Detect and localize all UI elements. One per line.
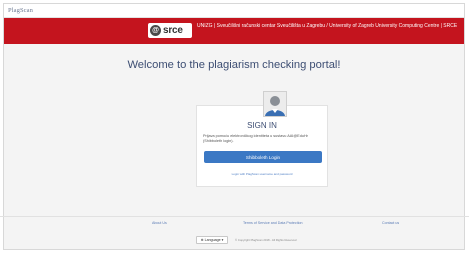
language-dropdown[interactable]: ⊕ Language ▾ [196, 236, 228, 244]
signin-title: SIGN IN [247, 121, 277, 130]
footer-divider [0, 216, 469, 217]
username-login-link[interactable]: Login with PlagScan username and passwor… [197, 172, 327, 176]
plagscan-logo[interactable]: PlagScan [8, 7, 33, 14]
srce-logo[interactable]: @ srce [148, 23, 192, 38]
language-label: Language [204, 238, 221, 242]
institution-banner: @ srce UNIZG | Sveučilišni računski cent… [4, 18, 464, 44]
copyright-text: © Copyright PlagScan 2018 - All Rights R… [235, 238, 297, 242]
signin-hint: Prijava pomoću elektroničkog identiteta … [203, 134, 308, 143]
chevron-down-icon: ▾ [221, 238, 224, 242]
signin-card: SIGN IN Prijava pomoću elektroničkog ide… [196, 105, 328, 187]
contact-link[interactable]: Contact us [382, 221, 399, 225]
welcome-heading: Welcome to the plagiarism checking porta… [127, 59, 341, 71]
institution-name: UNIZG | Sveučilišni računski centar Sveu… [197, 23, 458, 29]
about-us-link[interactable]: About Us [152, 221, 167, 225]
shibboleth-login-button[interactable]: Shibboleth Login [204, 151, 322, 163]
user-avatar-icon [263, 91, 287, 117]
terms-link[interactable]: Terms of Service and Data Protection [243, 221, 303, 225]
srce-logo-text: srce [163, 25, 183, 36]
top-bar: PlagScan [4, 4, 464, 18]
globe-icon: ⊕ [200, 238, 204, 242]
srce-logo-icon: @ [150, 25, 161, 36]
